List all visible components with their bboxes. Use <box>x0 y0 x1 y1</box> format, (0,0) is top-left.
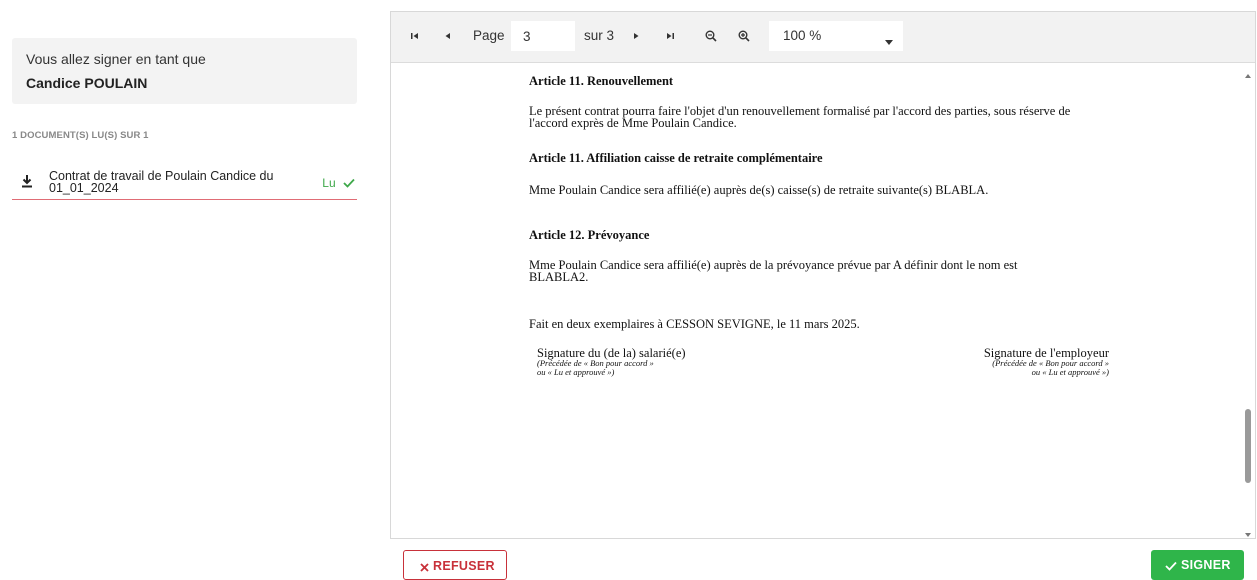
closing-statement: Fait en deux exemplaires à CESSON SEVIGN… <box>529 317 860 331</box>
article-text-line: BLABLA2. <box>529 270 589 284</box>
document-list-item[interactable]: Contrat de travail de Poulain Candice du… <box>12 166 357 200</box>
documents-read-count: 1 DOCUMENT(S) LU(S) SUR 1 <box>12 130 149 141</box>
employee-signature-note: ou « Lu et approuvé ») <box>537 367 615 377</box>
article-heading: Article 12. Prévoyance <box>529 228 650 242</box>
article-text-line: Mme Poulain Candice sera affilié(e) aupr… <box>529 183 989 197</box>
document-title[interactable]: Contrat de travail de Poulain Candice du… <box>49 170 284 195</box>
download-icon[interactable] <box>20 173 34 189</box>
signer-info-box: Vous allez signer en tant que Candice PO… <box>12 38 357 104</box>
last-page-icon[interactable] <box>663 29 677 43</box>
refuse-button-label: REFUSER <box>433 559 495 573</box>
article-heading: Article 11. Renouvellement <box>529 74 674 88</box>
document-read-status: Lu <box>322 176 355 191</box>
check-icon <box>343 177 355 191</box>
zoom-in-icon[interactable] <box>737 29 751 43</box>
article-text-line: l'accord exprès de Mme Poulain Candice. <box>529 116 737 130</box>
pdf-viewer: Page sur 3 100 % Article 11. Renouvellem… <box>390 11 1256 539</box>
scroll-up-arrow-icon[interactable] <box>1244 67 1252 78</box>
viewer-toolbar: Page sur 3 100 % <box>391 12 1255 63</box>
sign-button[interactable]: SIGNER <box>1151 550 1244 580</box>
check-icon <box>1165 560 1177 574</box>
document-status-label: Lu <box>322 176 336 190</box>
signer-name: Candice POULAIN <box>26 75 148 91</box>
scrollbar-thumb[interactable] <box>1245 409 1251 483</box>
prev-page-icon[interactable] <box>441 29 455 43</box>
vertical-scrollbar[interactable] <box>1241 63 1255 538</box>
scroll-down-arrow-icon[interactable] <box>1244 526 1252 537</box>
employer-signature-note: ou « Lu et approuvé ») <box>1031 367 1109 377</box>
signer-intro-text: Vous allez signer en tant que <box>26 51 206 67</box>
dropdown-caret-icon <box>885 33 893 51</box>
document-page-area[interactable]: Article 11. Renouvellement Le présent co… <box>391 63 1255 538</box>
article-heading: Article 11. Affiliation caisse de retrai… <box>529 151 823 165</box>
first-page-icon[interactable] <box>408 29 422 43</box>
close-icon <box>420 561 429 575</box>
zoom-select[interactable]: 100 % <box>769 21 903 51</box>
page-number-input[interactable] <box>511 21 575 51</box>
zoom-out-icon[interactable] <box>704 29 718 43</box>
page-total-label: sur 3 <box>584 28 615 43</box>
next-page-icon[interactable] <box>629 29 643 43</box>
sign-button-label: SIGNER <box>1181 558 1231 572</box>
refuse-button[interactable]: REFUSER <box>403 550 507 580</box>
zoom-value: 100 % <box>783 28 822 43</box>
page-label: Page <box>473 28 505 43</box>
article-text-line: Mme Poulain Candice sera affilié(e) aupr… <box>529 258 1018 272</box>
